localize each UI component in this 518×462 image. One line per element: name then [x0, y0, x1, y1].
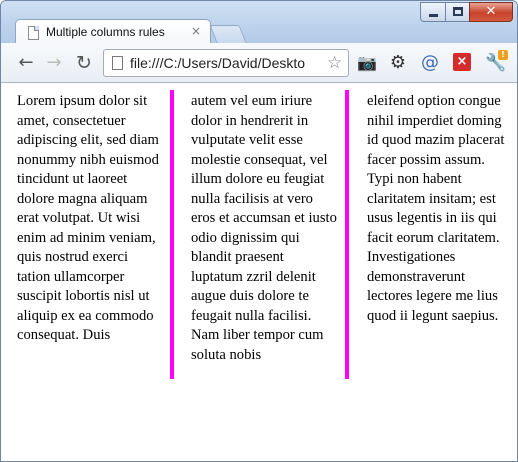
text-column-2: autem vel eum iriure dolor in hendrerit …	[191, 93, 337, 363]
tab-close-icon[interactable]: ×	[191, 24, 201, 38]
page-favicon-icon	[28, 26, 39, 40]
forward-button[interactable]: →	[43, 52, 65, 74]
text-column-3: eleifend option congue nihil imperdiet d…	[367, 93, 505, 324]
swirl-extension-icon[interactable]: @	[420, 53, 440, 73]
update-badge: !	[498, 50, 508, 60]
maximize-icon	[453, 7, 463, 16]
address-bar[interactable]: file:///C:/Users/David/Deskto ☆	[103, 49, 349, 77]
url-text[interactable]: file:///C:/Users/David/Deskto	[130, 55, 326, 71]
tab-title: Multiple columns rules	[46, 25, 165, 39]
back-button[interactable]: ←	[15, 52, 37, 74]
tab-multiple-columns-rules[interactable]: Multiple columns rules ×	[15, 19, 211, 45]
x-extension-icon[interactable]: ×	[453, 53, 471, 71]
minimize-icon	[429, 14, 438, 17]
close-icon: ✕	[485, 4, 497, 19]
maximize-button[interactable]	[445, 2, 470, 22]
close-window-button[interactable]: ✕	[469, 2, 513, 22]
gear-icon[interactable]: ⚙	[388, 53, 408, 73]
browser-toolbar: ← → ↻ file:///C:/Users/David/Deskto ☆ 📷 …	[1, 43, 517, 83]
browser-window: Multiple columns rules × ✕ ← → ↻ file://…	[0, 0, 518, 462]
minimize-button[interactable]	[420, 2, 446, 22]
reload-button[interactable]: ↻	[73, 52, 95, 74]
page-icon	[112, 56, 123, 70]
column-rule-2	[345, 90, 349, 379]
bookmark-star-icon[interactable]: ☆	[327, 53, 342, 73]
new-tab-button[interactable]	[209, 25, 247, 43]
text-column-1: Lorem ipsum dolor sit amet, consectetuer…	[17, 93, 159, 343]
page-content: Lorem ipsum dolor sit amet, consectetuer…	[1, 84, 517, 461]
camera-extension-icon[interactable]: 📷	[357, 53, 377, 73]
title-bar: Multiple columns rules × ✕	[1, 1, 517, 45]
column-rule-1	[170, 90, 174, 379]
